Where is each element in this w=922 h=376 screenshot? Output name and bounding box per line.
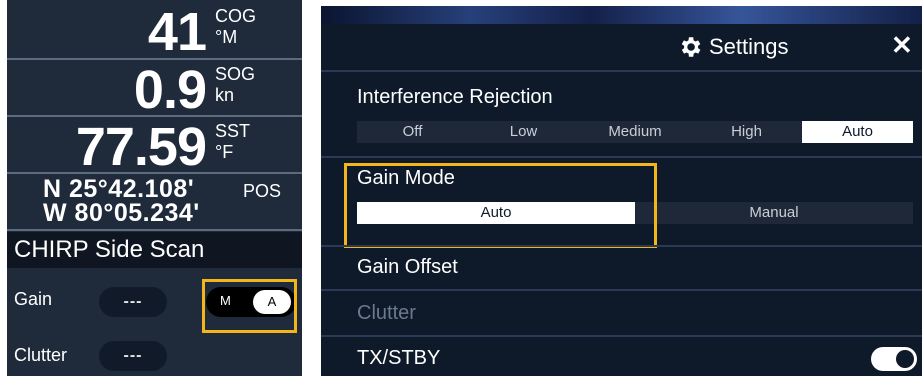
settings-title: Settings	[709, 34, 789, 59]
sst-unit: °F	[215, 142, 234, 162]
chirp-side-scan-header: CHIRP Side Scan	[7, 232, 302, 268]
ir-option-off[interactable]: Off	[357, 121, 468, 143]
cog-value: 41	[147, 2, 207, 62]
ir-option-low[interactable]: Low	[468, 121, 579, 143]
pos-cell: N 25°42.108' W 80°05.234' POS	[7, 173, 302, 231]
sonar-image-strip	[321, 6, 922, 24]
pos-label: POS	[243, 181, 282, 201]
cog-cell: 41 COG °M	[7, 0, 302, 60]
clutter-label: Clutter	[14, 345, 68, 365]
clutter-setting-label: Clutter	[357, 302, 416, 324]
gain-offset-label[interactable]: Gain Offset	[357, 256, 458, 279]
ir-option-auto[interactable]: Auto	[802, 121, 913, 143]
divider	[321, 245, 922, 247]
sog-unit: kn	[215, 85, 235, 105]
sog-label: SOG	[215, 64, 256, 84]
ir-option-medium[interactable]: Medium	[579, 121, 691, 143]
ir-option-high[interactable]: High	[691, 121, 802, 143]
divider	[321, 335, 922, 337]
sst-value: 77.59	[75, 117, 207, 177]
gain-label: Gain	[14, 289, 53, 309]
sog-value: 0.9	[133, 60, 207, 120]
gear-icon	[681, 37, 701, 57]
divider	[321, 289, 922, 291]
instrument-panel: 41 COG °M 0.9 SOG kn 77.59 SST °F N 25°4…	[7, 0, 302, 376]
clutter-value-field[interactable]: ---	[99, 341, 167, 371]
settings-header: Settings	[681, 34, 789, 60]
divider	[321, 156, 922, 158]
sst-cell: 77.59 SST °F	[7, 116, 302, 174]
sog-cell: 0.9 SOG kn	[7, 59, 302, 117]
tx-stby-toggle[interactable]	[871, 347, 917, 371]
interference-rejection-selector[interactable]: Off Low Medium High Auto	[357, 121, 913, 143]
cog-unit: °M	[215, 27, 238, 47]
tx-stby-label: TX/STBY	[357, 347, 441, 369]
settings-panel: Settings ✕ Interference Rejection Off Lo…	[321, 6, 922, 376]
gain-value-field[interactable]: ---	[99, 287, 167, 317]
close-icon[interactable]: ✕	[891, 30, 913, 61]
pos-longitude: W 80°05.234'	[43, 199, 200, 227]
sst-label: SST	[215, 121, 251, 141]
toggle-knob	[896, 350, 914, 368]
section-title: CHIRP Side Scan	[14, 236, 205, 263]
divider	[321, 70, 922, 72]
cog-label: COG	[215, 6, 257, 26]
highlight-box	[202, 279, 297, 333]
highlight-box	[344, 163, 657, 248]
gain-mode-manual[interactable]: Manual	[635, 202, 913, 224]
interference-rejection-label: Interference Rejection	[357, 86, 553, 108]
